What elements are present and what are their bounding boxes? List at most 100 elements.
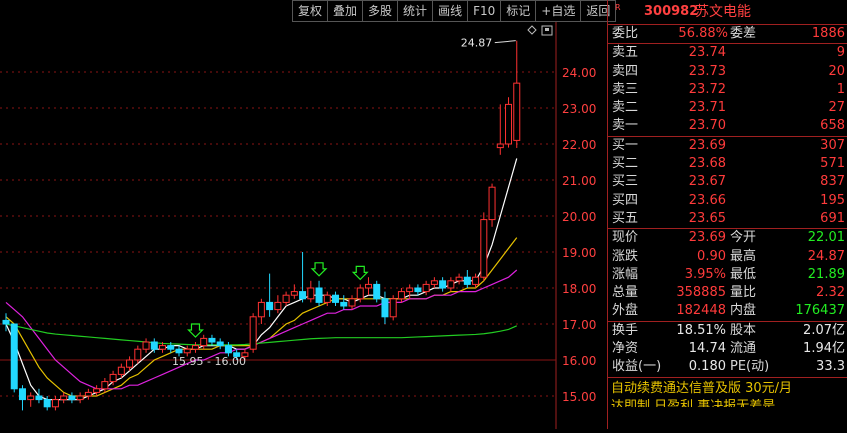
candle-body[interactable]: [150, 341, 158, 350]
candle-body[interactable]: [10, 323, 18, 390]
bid-row-label: 买四: [612, 192, 639, 208]
stat-row-label2: 内盘: [730, 303, 757, 319]
signal-arrow-icon[interactable]: [310, 262, 328, 277]
candle-body[interactable]: [397, 291, 405, 300]
signal-arrow-icon[interactable]: [351, 265, 369, 281]
candle-body[interactable]: [488, 186, 496, 221]
candle-body[interactable]: [381, 298, 389, 318]
toolbar-stats-button[interactable]: 统计: [397, 0, 433, 22]
candle-body[interactable]: [126, 359, 134, 368]
candle-body[interactable]: [27, 395, 35, 401]
candle-body[interactable]: [167, 345, 175, 350]
y-tick-label: 17.00: [562, 318, 596, 332]
candle-body[interactable]: [60, 395, 68, 401]
ask-row-label: 卖二: [612, 100, 639, 116]
candle-body[interactable]: [183, 348, 191, 354]
candle-body[interactable]: [159, 345, 167, 350]
candle-body[interactable]: [513, 82, 521, 141]
toolbar-add-watchlist-button[interactable]: +自选: [535, 0, 581, 22]
candle-body[interactable]: [340, 301, 348, 307]
toolbar-overlay-button[interactable]: 叠加: [327, 0, 363, 22]
stock-code: 300982: [644, 4, 699, 19]
candle-body[interactable]: [208, 337, 216, 343]
candle-body[interactable]: [439, 280, 447, 289]
candle-body[interactable]: [200, 337, 208, 347]
candle-body[interactable]: [18, 388, 26, 401]
y-tick-label: 20.00: [562, 210, 596, 224]
candle-body[interactable]: [35, 395, 43, 401]
candle-body[interactable]: [364, 283, 372, 289]
candle-body[interactable]: [299, 291, 307, 300]
fund-row: 净资 14.74 流通 1.94亿: [608, 340, 847, 358]
stat-row-label: 外盘: [612, 303, 639, 319]
candle-body[interactable]: [249, 316, 257, 350]
candle-body[interactable]: [505, 103, 513, 145]
ask-row: 卖五 23.74 9: [608, 44, 847, 62]
candle-body[interactable]: [356, 287, 364, 300]
candle-body[interactable]: [274, 301, 282, 311]
bid-row-label: 买三: [612, 174, 639, 190]
subscription-banner[interactable]: 自动续费通达信普及版 30元/月: [608, 378, 847, 399]
toolbar-f10-button[interactable]: F10: [467, 0, 501, 22]
candle-body[interactable]: [290, 291, 298, 296]
candle-body[interactable]: [406, 287, 414, 293]
signal-arrow-icon[interactable]: [187, 323, 204, 338]
bid-row: 买四 23.66 195: [608, 192, 847, 210]
window-toggle-inner: [545, 28, 549, 31]
candle-body[interactable]: [463, 276, 471, 285]
candle-body[interactable]: [307, 287, 315, 300]
candle-body[interactable]: [480, 219, 488, 278]
toolbar-draw-button[interactable]: 画线: [432, 0, 468, 22]
candle-body[interactable]: [266, 301, 274, 311]
toolbar-restore-rights-button[interactable]: 复权: [292, 0, 328, 22]
candle-body[interactable]: [134, 348, 142, 361]
candle-body[interactable]: [101, 381, 109, 390]
candle-body[interactable]: [414, 287, 422, 293]
bid-row-value: 23.66: [688, 192, 726, 208]
kline-chart[interactable]: 24.00 23.00 22.00 21.00 20.00 19.00 18.00 17.00…: [0, 0, 617, 429]
diamond-icon[interactable]: [527, 25, 537, 35]
ask-row-value: 23.70: [688, 118, 726, 134]
stat-row-label2: 今开: [730, 230, 757, 246]
candle-body[interactable]: [2, 319, 10, 325]
candle-body[interactable]: [332, 294, 340, 303]
candle-body[interactable]: [323, 294, 331, 303]
candle-body[interactable]: [93, 388, 101, 393]
candle-body[interactable]: [109, 373, 117, 383]
candle-body[interactable]: [389, 298, 397, 318]
stat-row-label2: 最高: [730, 248, 757, 264]
candle-body[interactable]: [455, 276, 463, 282]
candle-body[interactable]: [348, 298, 356, 307]
candle-body[interactable]: [51, 399, 59, 408]
ask-row-value: 23.72: [688, 81, 726, 97]
y-tick-label: 16.00: [562, 354, 596, 368]
fund-row-label2: PE(动): [730, 359, 770, 375]
candle-body[interactable]: [76, 395, 84, 401]
stat-row: 外盘 182448 内盘 176437: [608, 302, 847, 320]
candle-body[interactable]: [282, 294, 290, 303]
candle-body[interactable]: [472, 276, 480, 285]
candle-body[interactable]: [224, 345, 232, 354]
candle-body[interactable]: [216, 341, 224, 347]
kline-svg[interactable]: 24.00 23.00 22.00 21.00 20.00 19.00 18.00 17.00…: [0, 0, 607, 429]
candle-body[interactable]: [142, 341, 150, 350]
candle-body[interactable]: [422, 283, 430, 293]
candle-body[interactable]: [430, 280, 438, 285]
candle-body[interactable]: [68, 395, 76, 401]
toolbar-multi-stock-button[interactable]: 多股: [362, 0, 398, 22]
promo-banner[interactable]: 达即制 日盈利 事决报无差是: [608, 399, 847, 407]
candle-body[interactable]: [257, 301, 265, 318]
candle-body[interactable]: [175, 348, 183, 354]
ask-book: 卖五 23.74 9 卖四 23.73 20 卖三 23.72 1 卖二 23.71 27 卖一 23.7…: [608, 44, 847, 137]
candle-body[interactable]: [496, 143, 504, 149]
ask-row-value2: 1: [836, 81, 845, 97]
candle-body[interactable]: [191, 345, 199, 350]
candle-body[interactable]: [315, 287, 323, 303]
candle-body[interactable]: [447, 280, 455, 289]
candle-body[interactable]: [43, 399, 51, 408]
candle-body[interactable]: [117, 366, 125, 375]
candle-body[interactable]: [373, 283, 381, 300]
toolbar-mark-button[interactable]: 标记: [500, 0, 536, 22]
candle-body[interactable]: [84, 391, 92, 397]
fund-row-label: 净资: [612, 341, 639, 357]
